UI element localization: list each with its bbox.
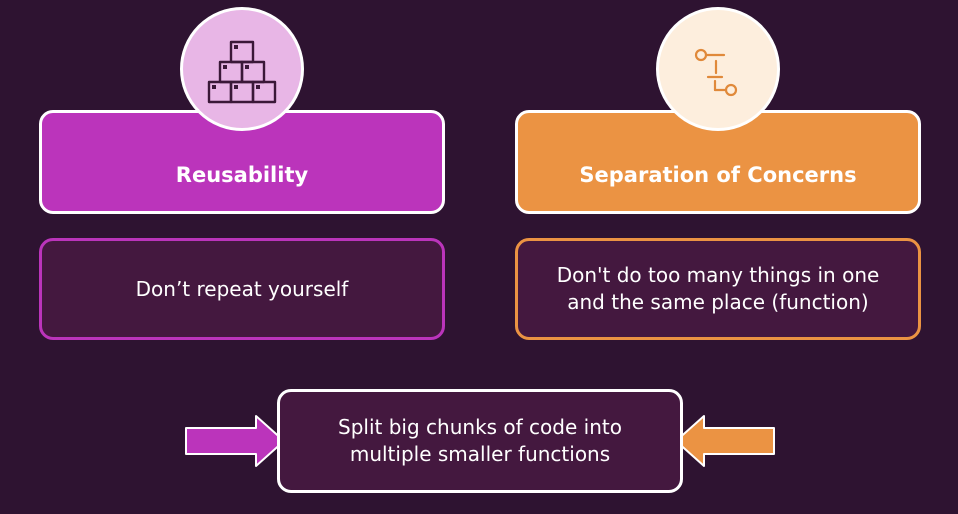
separation-description-box: Don't do too many things in one and the … — [515, 238, 921, 340]
stacked-boxes-icon — [207, 40, 277, 104]
flow-connector-icon — [694, 48, 738, 97]
separation-description-line1: Don't do too many things in one — [556, 263, 880, 287]
result-line1: Split big chunks of code into — [338, 415, 622, 439]
separation-icon-circle — [656, 7, 780, 131]
separation-description-line2: and the same place (function) — [567, 290, 869, 314]
reusability-icon-circle — [180, 7, 304, 131]
reusability-title: Reusability — [175, 163, 309, 187]
result-box: Split big chunks of code into multiple s… — [277, 389, 683, 493]
left-arrow — [185, 415, 285, 467]
reusability-description: Don’t repeat yourself — [135, 276, 349, 301]
right-arrow — [675, 415, 775, 467]
reusability-description-box: Don’t repeat yourself — [39, 238, 445, 340]
separation-title: Separation of Concerns — [579, 163, 857, 187]
result-line2: multiple smaller functions — [349, 442, 611, 466]
